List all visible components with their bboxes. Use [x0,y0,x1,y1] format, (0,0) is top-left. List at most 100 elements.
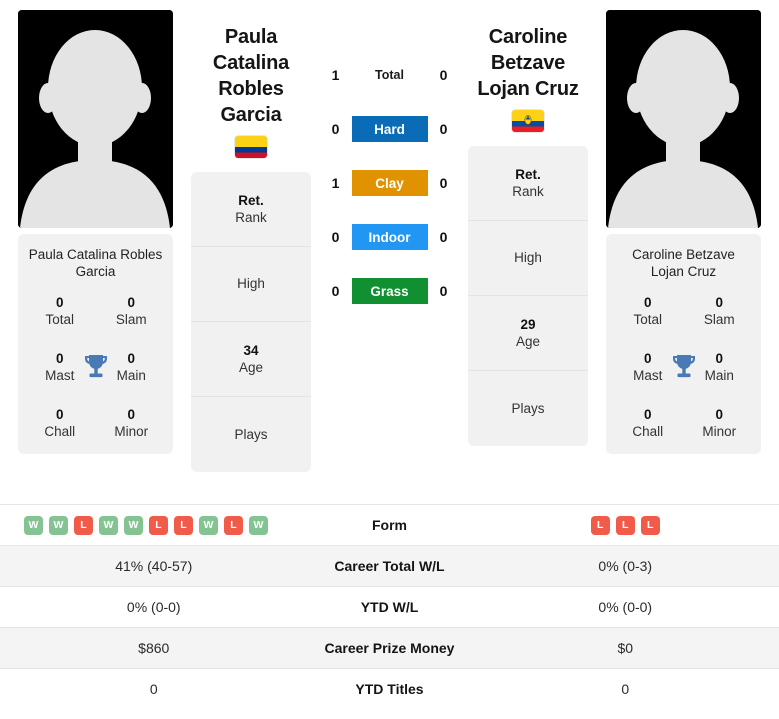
right-award-total-value: 0 [643,295,652,310]
right-award-minor-label: Minor [702,424,737,439]
left-awards-title: Paula Catalina Robles Garcia [28,247,163,279]
form-badge-win: W [249,515,268,535]
h2h-indoor-left-score: 0 [331,229,340,245]
left-award-mast: 0 Mast [24,350,96,384]
right-player-name: Caroline Betzave Lojan Cruz [477,26,579,100]
left-award-chall-value: 0 [55,407,64,422]
left-award-mast-value: 0 [55,351,64,366]
form-badge-win: W [24,515,43,535]
h2h-grass-label[interactable]: Grass [351,278,428,304]
left-award-chall-label: Chall [44,424,76,439]
left-player-avatar[interactable] [18,10,173,228]
h2h-clay-right-score: 0 [439,175,448,191]
table-row: 0% (0-0) YTD W/L 0% (0-0) [0,586,779,627]
h2h-hard-label[interactable]: Hard [351,116,428,142]
comparison-header: Paula Catalina Robles Garcia 0 Total 0 S… [0,0,779,492]
ytd-wl-label: YTD W/L [360,599,419,615]
right-award-slam-value: 0 [715,295,723,310]
left-info-rank-label: Rank [235,209,267,225]
table-row: 41% (40-57) Career Total W/L 0% (0-3) [0,545,779,586]
left-awards-grid: 0 Total 0 Slam 0 Mast 0 Main 0 Chall 0 M… [24,294,167,440]
left-info-age: 34 Age [191,322,311,397]
right-ytd-wl: 0% (0-0) [490,599,762,615]
left-award-chall: 0 Chall [24,406,96,440]
table-row: 0 YTD Titles 0 [0,668,779,709]
h2h-grass-left-score: 0 [331,283,340,299]
h2h-clay-label[interactable]: Clay [351,170,428,196]
right-awards-title: Caroline Betzave Lojan Cruz [632,247,735,279]
right-ytd-titles: 0 [490,681,762,697]
head-to-head-page: Paula Catalina Robles Garcia 0 Total 0 S… [0,0,779,719]
right-career-total-wl-value: 0% (0-3) [598,558,653,574]
h2h-total-label: Total [375,68,404,82]
right-info-high: High [468,221,588,296]
right-award-main-value: 0 [715,351,723,366]
h2h-row-clay: 1 Clay 0 [326,170,454,196]
right-awards-card: Caroline Betzave Lojan Cruz 0 Total 0 Sl… [606,234,761,454]
left-award-main-label: Main [116,368,146,383]
right-award-minor-value: 0 [715,407,723,422]
form-badge-loss: L [149,515,168,535]
h2h-clay-left-score: 1 [331,175,340,191]
left-player-name: Paula Catalina Robles Garcia [212,26,290,126]
right-player-info-column: Caroline Betzave Lojan Cruz Ret. Rank Hi… [468,10,588,446]
table-row: $860 Career Prize Money $0 [0,627,779,668]
right-award-mast-label: Mast [633,368,663,383]
left-info-high: High [191,247,311,322]
left-info-plays-label: Plays [234,426,268,442]
left-ytd-wl-value: 0% (0-0) [126,599,181,615]
left-award-main: 0 Main [96,350,168,384]
left-awards-card: Paula Catalina Robles Garcia 0 Total 0 S… [18,234,173,454]
form-badge-win: W [124,515,143,535]
left-award-mast-label: Mast [45,368,75,383]
right-career-prize-money: $0 [490,640,762,656]
ytd-titles-label: YTD Titles [355,681,424,697]
right-awards-grid: 0 Total 0 Slam 0 Mast 0 Main 0 Chall 0 M… [612,294,755,440]
right-flag-wrap [468,110,588,132]
left-player-column: Paula Catalina Robles Garcia 0 Total 0 S… [18,10,173,454]
player-avatar-placeholder-icon [18,10,173,228]
right-info-high-label: High [514,250,542,265]
right-info-age: 29 Age [468,296,588,371]
right-award-chall-label: Chall [632,424,664,439]
left-info-high-label: High [237,276,265,291]
form-row-label: Form [372,517,407,533]
player-avatar-placeholder-icon [606,10,761,228]
form-badge-loss: L [640,515,660,535]
form-badge-win: W [99,515,118,535]
comparison-stats-table: WWLWWLLWLW Form L L L 41% (40-57) Career T… [0,504,779,709]
right-player-column: Caroline Betzave Lojan Cruz 0 Total 0 Sl… [606,10,761,454]
table-row-form: WWLWWLLWLW Form L L L [0,504,779,545]
ecuador-flag-icon [512,110,544,132]
right-form-badges: LLL [590,515,660,535]
h2h-hard-left-score: 0 [331,121,340,137]
right-player-avatar[interactable] [606,10,761,228]
left-form-cell: WWLWWLLWLW [18,515,290,535]
h2h-total-right-score: 0 [439,67,448,83]
h2h-indoor-label[interactable]: Indoor [351,224,428,250]
right-award-main-label: Main [704,368,734,383]
right-ytd-wl-value: 0% (0-0) [598,599,653,615]
left-career-prize-money-value: $860 [138,640,170,656]
left-award-minor: 0 Minor [96,406,168,440]
left-info-card: Ret. Rank High 34 Age Plays [191,172,311,472]
right-career-total-wl: 0% (0-3) [490,558,762,574]
form-badge-loss: L [590,515,610,535]
left-award-minor-value: 0 [127,407,135,422]
right-award-chall-value: 0 [643,407,652,422]
left-flag-wrap [191,136,311,158]
right-award-minor: 0 Minor [684,406,756,440]
right-info-age-label: Age [515,333,541,349]
right-award-slam: 0 Slam [684,294,756,328]
right-info-age-value: 29 [520,316,536,332]
right-award-total-label: Total [633,312,663,327]
left-award-total-label: Total [45,312,75,327]
left-career-total-wl: 41% (40-57) [18,558,290,574]
h2h-row-indoor: 0 Indoor 0 [326,224,454,250]
left-info-plays: Plays [191,397,311,472]
right-award-mast-value: 0 [643,351,652,366]
h2h-total-left-score: 1 [331,67,340,83]
left-ytd-wl: 0% (0-0) [18,599,290,615]
h2h-grass-right-score: 0 [439,283,448,299]
left-ytd-titles-value: 0 [149,681,158,697]
